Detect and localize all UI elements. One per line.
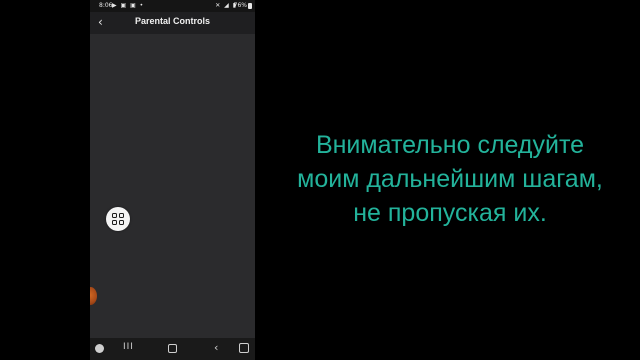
status-bar: 8:06 ▶ ▣ ▣ • ✕ ◢ ▮ 76% (90, 0, 255, 12)
battery-level: 76% (233, 2, 247, 9)
accessibility-icon[interactable] (239, 343, 249, 353)
apps-grid-button[interactable] (106, 207, 130, 231)
caption-line-3: не пропуская их. (353, 199, 547, 227)
apps-grid-icon (112, 213, 124, 225)
page-title: Parental Controls (134, 16, 210, 26)
home-button[interactable] (168, 344, 177, 353)
caption-line-1: Внимательно следуйте (315, 131, 585, 159)
caption-text: Внимательно следуйте моим дальнейшим шаг… (260, 128, 640, 230)
assistant-icon[interactable] (95, 344, 104, 353)
phone-screen: 8:06 ▶ ▣ ▣ • ✕ ◢ ▮ 76% ‹ Parental Contro… (90, 0, 255, 360)
back-button[interactable]: ‹ (214, 341, 218, 354)
edge-panel-handle[interactable] (90, 287, 97, 305)
status-time: 8:06 (99, 2, 113, 9)
recents-button[interactable]: III (123, 342, 134, 352)
content-area (90, 34, 255, 338)
navigation-bar: III ‹ (90, 338, 255, 360)
caption-line-2: моим дальнейшим шагам, (297, 165, 603, 193)
battery-icon (248, 3, 252, 9)
app-bar: ‹ Parental Controls (90, 12, 255, 34)
notification-icons: ▶ ▣ ▣ • (112, 2, 145, 9)
